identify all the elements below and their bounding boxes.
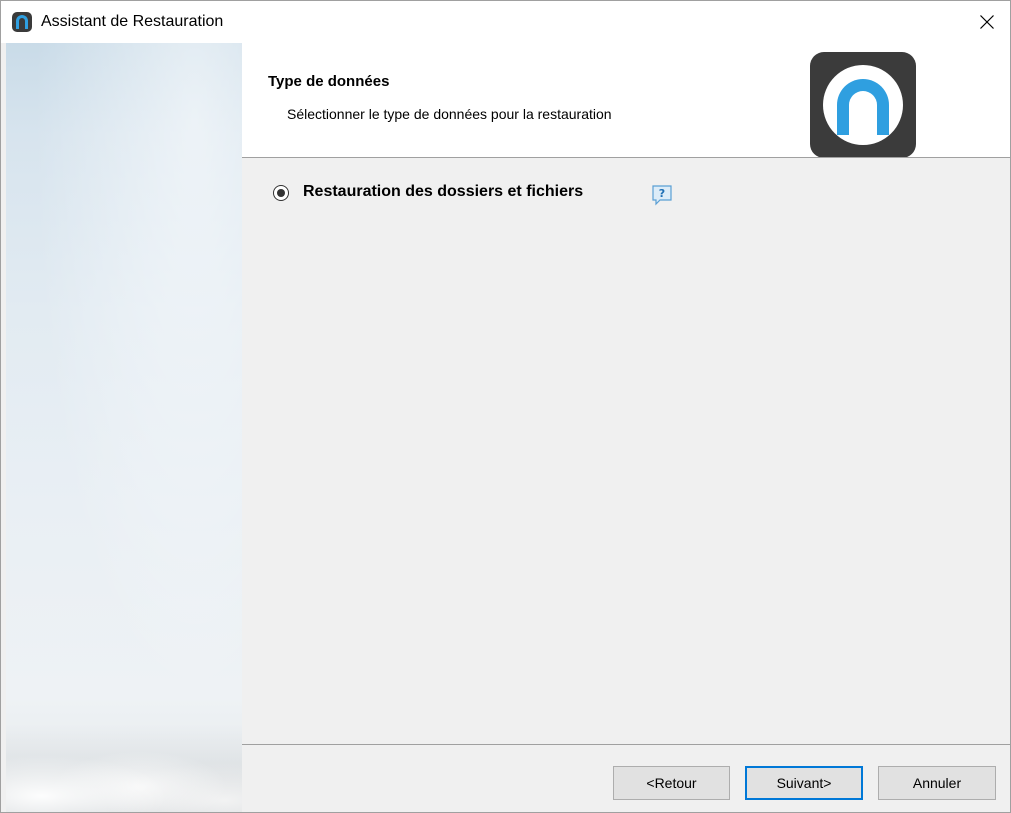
window-title: Assistant de Restauration [41,13,224,30]
restore-files-label[interactable]: Restauration des dossiers et fichiers [303,183,583,201]
svg-text:?: ? [659,187,665,200]
app-logo-icon [810,52,916,158]
title-bar: Assistant de Restauration [1,1,1010,43]
back-button[interactable]: <Retour [613,766,730,800]
help-icon[interactable]: ? [651,184,673,206]
close-button[interactable] [964,1,1010,43]
cancel-button[interactable]: Annuler [878,766,996,800]
restore-files-radio[interactable] [273,185,289,201]
wizard-header: Type de données Sélectionner le type de … [242,43,1010,158]
app-logo-icon [12,12,32,32]
side-banner-image [6,43,242,812]
next-button[interactable]: Suivant> [745,766,863,800]
footer-divider [242,744,1010,745]
page-subtitle: Sélectionner le type de données pour la … [287,106,612,122]
header-divider [242,157,1010,158]
restore-wizard-window: Assistant de Restauration Type de donnée… [0,0,1011,813]
page-title: Type de données [268,73,390,90]
close-icon [980,15,994,29]
